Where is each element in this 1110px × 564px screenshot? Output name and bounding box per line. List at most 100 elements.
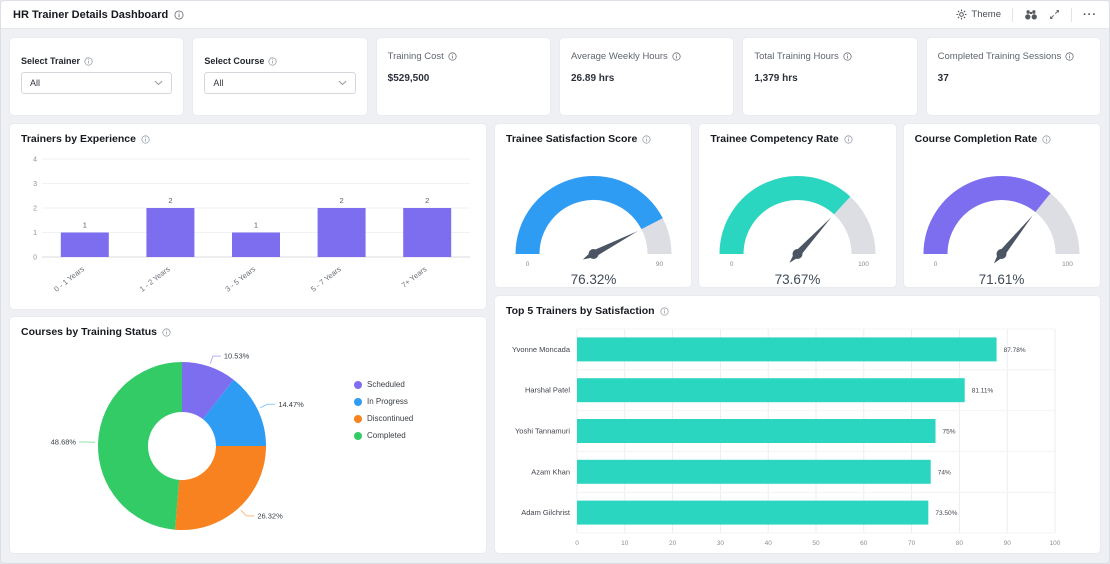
svg-text:Adam Gilchrist: Adam Gilchrist: [521, 508, 571, 517]
kpi-value: 1,379 hrs: [754, 73, 905, 84]
filter-course-label: Select Course: [204, 56, 264, 66]
info-icon[interactable]: [642, 135, 651, 144]
svg-text:71.61%: 71.61%: [979, 272, 1025, 287]
chart-title: Course Completion Rate: [915, 133, 1038, 145]
info-icon[interactable]: [162, 328, 171, 337]
course-select-value: All: [213, 78, 223, 88]
svg-text:0: 0: [934, 261, 938, 268]
svg-text:5 - 7 Years: 5 - 7 Years: [309, 264, 343, 293]
info-icon[interactable]: [174, 10, 184, 20]
filter-card-trainer: Select Trainer All: [9, 37, 184, 116]
legend-item-scheduled[interactable]: Scheduled: [354, 380, 413, 389]
kpi-label: Training Cost: [388, 51, 444, 62]
page-title: HR Trainer Details Dashboard: [13, 9, 168, 21]
chart-title: Top 5 Trainers by Satisfaction: [506, 305, 655, 317]
chevron-down-icon: [154, 80, 163, 86]
completion-gauge[interactable]: 0 100 71.61%: [911, 149, 1092, 289]
competency-gauge[interactable]: 0 100 73.67%: [707, 149, 888, 289]
legend-dot: [354, 381, 362, 389]
info-icon[interactable]: [141, 135, 150, 144]
binoculars-icon[interactable]: [1024, 9, 1038, 21]
info-icon[interactable]: [448, 52, 457, 61]
svg-text:73.67%: 73.67%: [775, 272, 821, 287]
svg-text:Yvonne Moncada: Yvonne Moncada: [512, 345, 571, 354]
trainer-select[interactable]: All: [21, 72, 172, 94]
legend-dot: [354, 415, 362, 423]
svg-text:4: 4: [33, 157, 37, 164]
completion-gauge-card: Course Completion Rate 0 100 71.61%: [903, 123, 1101, 288]
trainers-by-experience-chart[interactable]: 0123410 - 1 Years21 - 2 Years13 - 5 Year…: [20, 149, 476, 305]
kpi-card-completed-sessions: Completed Training Sessions 37: [926, 37, 1101, 116]
svg-text:87.78%: 87.78%: [1004, 347, 1026, 354]
kpi-value: 26.89 hrs: [571, 73, 722, 84]
svg-text:90: 90: [1004, 540, 1012, 547]
legend-item-completed[interactable]: Completed: [354, 431, 413, 440]
svg-text:Harshal Patel: Harshal Patel: [525, 386, 570, 395]
legend-dot: [354, 398, 362, 406]
theme-button[interactable]: Theme: [956, 9, 1001, 20]
svg-text:2: 2: [340, 196, 344, 205]
filter-trainer-label: Select Trainer: [21, 56, 80, 66]
satisfaction-gauge-card: Trainee Satisfaction Score 09076.32%: [494, 123, 692, 288]
info-icon[interactable]: [672, 52, 681, 61]
svg-text:30: 30: [717, 540, 725, 547]
svg-text:2: 2: [33, 206, 37, 213]
fullscreen-icon[interactable]: [1049, 9, 1060, 20]
svg-text:10.53%: 10.53%: [224, 352, 250, 361]
chart-title: Trainers by Experience: [21, 133, 136, 145]
legend-label: Discontinued: [367, 414, 413, 423]
info-icon[interactable]: [844, 135, 853, 144]
svg-text:Yoshi Tannamuri: Yoshi Tannamuri: [515, 427, 570, 436]
svg-text:74%: 74%: [938, 469, 951, 476]
info-icon[interactable]: [268, 57, 277, 66]
legend-dot: [354, 432, 362, 440]
svg-text:60: 60: [860, 540, 868, 547]
svg-text:14.47%: 14.47%: [278, 400, 304, 409]
info-icon[interactable]: [660, 307, 669, 316]
donut-legend: Scheduled In Progress Discontinued Complete…: [354, 380, 413, 440]
svg-text:70: 70: [908, 540, 916, 547]
courses-by-status-chart[interactable]: 10.53% 14.47% 26.32% 48.68%: [14, 340, 354, 543]
svg-text:0: 0: [525, 261, 529, 268]
filter-card-course: Select Course All: [192, 37, 367, 116]
svg-text:2: 2: [425, 196, 429, 205]
svg-text:1: 1: [83, 221, 87, 230]
svg-text:0: 0: [575, 540, 579, 547]
svg-text:100: 100: [1062, 261, 1073, 268]
top5-trainers-chart[interactable]: 0102030405060708090100Yvonne Moncada87.7…: [502, 321, 1093, 553]
svg-text:0 - 1 Years: 0 - 1 Years: [52, 264, 86, 293]
top5-trainers-card: Top 5 Trainers by Satisfaction 010203040…: [494, 295, 1101, 554]
legend-item-discontinued[interactable]: Discontinued: [354, 414, 413, 423]
svg-text:1: 1: [254, 221, 258, 230]
more-options-icon[interactable]: ···: [1083, 9, 1097, 21]
svg-text:50: 50: [812, 540, 820, 547]
svg-text:3: 3: [33, 181, 37, 188]
legend-item-in-progress[interactable]: In Progress: [354, 397, 413, 406]
svg-text:76.32%: 76.32%: [570, 272, 616, 287]
svg-text:73.50%: 73.50%: [935, 510, 957, 517]
dashboard-page: HR Trainer Details Dashboard Theme: [0, 0, 1110, 564]
legend-label: Scheduled: [367, 380, 405, 389]
svg-text:48.68%: 48.68%: [51, 438, 77, 447]
svg-text:26.32%: 26.32%: [257, 511, 283, 520]
competency-gauge-card: Trainee Competency Rate 010073.67%: [698, 123, 896, 288]
kpi-card-training-cost: Training Cost $529,500: [376, 37, 551, 116]
satisfaction-gauge[interactable]: 09076.32%: [503, 149, 684, 289]
kpi-label: Completed Training Sessions: [938, 51, 1062, 62]
kpi-value: $529,500: [388, 73, 539, 84]
info-icon[interactable]: [84, 57, 93, 66]
info-icon[interactable]: [1065, 52, 1074, 61]
trainers-by-experience-card: Trainers by Experience 0123410 - 1 Years…: [9, 123, 487, 310]
kpi-card-avg-weekly-hours: Average Weekly Hours 26.89 hrs: [559, 37, 734, 116]
svg-text:0: 0: [730, 261, 734, 268]
trainer-select-value: All: [30, 78, 40, 88]
info-icon[interactable]: [843, 52, 852, 61]
svg-text:40: 40: [765, 540, 773, 547]
divider: [1012, 8, 1013, 22]
kpi-value: 37: [938, 73, 1089, 84]
info-icon[interactable]: [1042, 135, 1051, 144]
course-select[interactable]: All: [204, 72, 355, 94]
svg-text:100: 100: [858, 261, 869, 268]
chevron-down-icon: [338, 80, 347, 86]
courses-by-status-card: Courses by Training Status 10.53%14.47%2…: [9, 316, 487, 554]
